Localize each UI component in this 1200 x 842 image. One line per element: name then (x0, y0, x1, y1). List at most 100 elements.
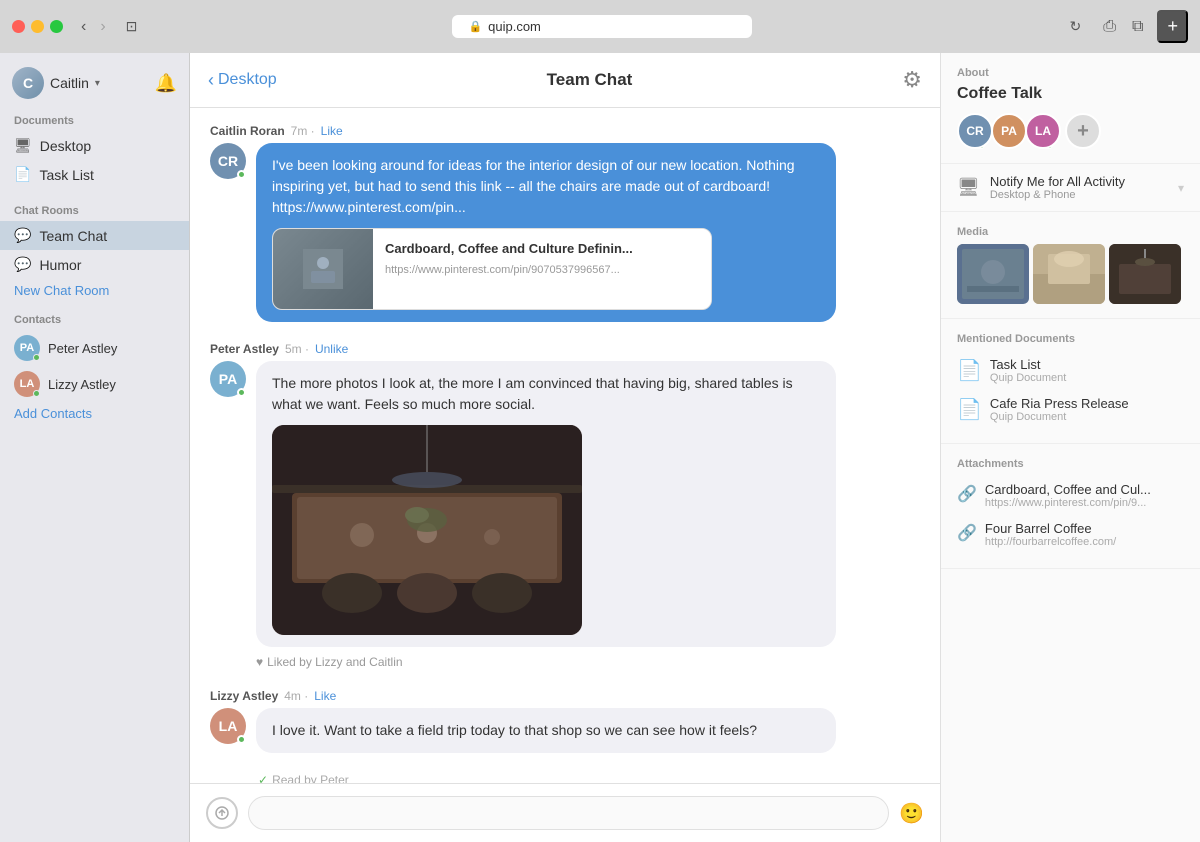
new-tab-button[interactable]: ⧉ (1126, 16, 1149, 38)
media-thumb-1[interactable] (957, 244, 1029, 304)
msg1-action-link[interactable]: Like (321, 124, 343, 138)
reload-button[interactable]: ↻ (1062, 18, 1090, 35)
attachment-name-cardboard: Cardboard, Coffee and Cul... (985, 482, 1151, 497)
notify-row[interactable]: 🖥 Notify Me for All Activity Desktop & P… (941, 164, 1200, 212)
doc-text-task-list: Task List Quip Document (990, 357, 1066, 384)
mentioned-docs-label: Mentioned Documents (957, 333, 1184, 345)
attachment-item-cardboard[interactable]: 🔗 Cardboard, Coffee and Cul... https://w… (957, 476, 1184, 515)
notify-text: Notify Me for All Activity Desktop & Pho… (990, 174, 1168, 201)
table-photo-svg (272, 425, 582, 635)
chat-header: ‹ Desktop Team Chat ⚙ (190, 53, 940, 108)
add-member-button[interactable]: + (1065, 113, 1101, 149)
doc-sub-task-list: Quip Document (990, 372, 1066, 384)
peter-name: Peter Astley (48, 341, 117, 356)
right-panel: About Coffee Talk CR PA LA + 🖥 (940, 53, 1200, 842)
msg1-text: I've been looking around for ideas for t… (272, 157, 795, 215)
read-receipt: ✓ Read by Peter (258, 773, 920, 783)
sidebar-item-desktop[interactable]: 🖥 Desktop (0, 131, 189, 160)
contact-item-lizzy[interactable]: LA Lizzy Astley (0, 366, 189, 402)
msg2-photo (272, 425, 582, 635)
chat-title: Team Chat (547, 70, 633, 90)
share-button[interactable]: ⎙ (1097, 16, 1122, 38)
message-meta-2: Peter Astley 5m · Unlike (210, 342, 920, 356)
msg1-avatar-wrap: CR (210, 143, 246, 179)
lock-icon: 🔒 (468, 20, 482, 33)
about-label: About (957, 67, 1184, 79)
sidebar-item-team-chat[interactable]: 💬 Team Chat (0, 221, 189, 250)
media-thumb-3-img (1109, 244, 1181, 304)
notifications-button[interactable]: 🔔 (155, 73, 177, 94)
close-button[interactable] (12, 20, 25, 33)
back-button[interactable]: ‹ Desktop (208, 70, 277, 91)
media-label: Media (957, 226, 1184, 238)
msg2-author: Peter Astley (210, 342, 279, 356)
member-1-avatar[interactable]: CR (957, 113, 993, 149)
member-3-avatar[interactable]: LA (1025, 113, 1061, 149)
chat-input-area: 🙂 (190, 783, 940, 842)
user-profile[interactable]: C Caitlin ▾ (12, 67, 100, 99)
attachment-item-four-barrel[interactable]: 🔗 Four Barrel Coffee http://fourbarrelco… (957, 515, 1184, 554)
url-field[interactable]: 🔒 quip.com (452, 15, 752, 38)
attachments-section: Attachments 🔗 Cardboard, Coffee and Cul.… (941, 444, 1200, 569)
msg3-avatar-wrap: LA (210, 708, 246, 744)
msg1-link-preview[interactable]: Cardboard, Coffee and Culture Definin...… (272, 228, 712, 310)
doc-item-task-list[interactable]: 📄 Task List Quip Document (957, 351, 1184, 390)
msg2-action-link[interactable]: Unlike (315, 342, 348, 356)
attachment-url-cardboard: https://www.pinterest.com/pin/9... (985, 497, 1151, 509)
browser-chrome: ‹ › ⊡ 🔒 quip.com ↻ ⎙ ⧉ + (0, 0, 1200, 53)
media-thumb-2[interactable] (1033, 244, 1105, 304)
send-icon (215, 806, 229, 820)
doc-icon-task-list: 📄 (957, 358, 982, 383)
media-thumb-2-img (1033, 244, 1105, 304)
msg1-author: Caitlin Roran (210, 124, 285, 138)
extend-button[interactable]: + (1157, 10, 1188, 43)
new-chat-room-link[interactable]: New Chat Room (0, 279, 189, 308)
send-button[interactable] (206, 797, 238, 829)
avatar: C (12, 67, 44, 99)
contact-item-peter[interactable]: PA Peter Astley (0, 330, 189, 366)
minimize-button[interactable] (31, 20, 44, 33)
heart-icon: ♥ (256, 655, 263, 669)
emoji-button[interactable]: 🙂 (899, 801, 924, 826)
forward-nav-button[interactable]: › (94, 16, 111, 38)
msg2-text: The more photos I look at, the more I am… (272, 375, 793, 412)
msg3-author: Lizzy Astley (210, 689, 278, 703)
sidebar-header: C Caitlin ▾ 🔔 (0, 53, 189, 109)
doc-name-task-list: Task List (990, 357, 1066, 372)
add-contacts-link[interactable]: Add Contacts (0, 402, 189, 431)
msg1-online-dot (237, 170, 246, 179)
chat-text-input[interactable] (248, 796, 889, 830)
back-chevron-icon: ‹ (208, 70, 214, 91)
titlebar: ‹ › ⊡ 🔒 quip.com ↻ ⎙ ⧉ + (0, 0, 1200, 53)
message-meta-3: Lizzy Astley 4m · Like (210, 689, 920, 703)
doc-text-cafe-ria: Cafe Ria Press Release Quip Document (990, 396, 1129, 423)
about-section: About Coffee Talk CR PA LA + (941, 53, 1200, 164)
notify-chevron-icon: ▾ (1178, 181, 1184, 195)
message-meta-1: Caitlin Roran 7m · Like (210, 124, 920, 138)
back-nav-button[interactable]: ‹ (75, 16, 92, 38)
sidebar-item-humor[interactable]: 💬 Humor (0, 250, 189, 279)
app: C Caitlin ▾ 🔔 Documents 🖥 Desktop 📄 Task… (0, 53, 1200, 842)
peter-avatar-wrap: PA (14, 335, 40, 361)
reader-button[interactable]: ⊡ (120, 16, 144, 37)
message-row-2: PA The more photos I look at, the more I… (210, 361, 920, 669)
attachment-name-four-barrel: Four Barrel Coffee (985, 521, 1116, 536)
doc-sub-cafe-ria: Quip Document (990, 411, 1129, 423)
member-2-avatar[interactable]: PA (991, 113, 1027, 149)
settings-gear-button[interactable]: ⚙ (902, 67, 922, 93)
msg2-liked-label: ♥ Liked by Lizzy and Caitlin (256, 655, 920, 669)
user-name: Caitlin (50, 75, 89, 91)
notify-title: Notify Me for All Activity (990, 174, 1168, 189)
msg3-content: I love it. Want to take a field trip tod… (256, 708, 920, 753)
sidebar-item-task-list[interactable]: 📄 Task List (0, 160, 189, 189)
member-2-wrap: PA (991, 113, 1021, 149)
msg1-time: 7m · (291, 124, 315, 138)
liked-text: Liked by Lizzy and Caitlin (267, 655, 402, 669)
msg2-avatar-wrap: PA (210, 361, 246, 397)
msg3-action-link[interactable]: Like (314, 689, 336, 703)
monitor-icon: 🖥 (957, 177, 980, 198)
doc-item-cafe-ria[interactable]: 📄 Cafe Ria Press Release Quip Document (957, 390, 1184, 429)
media-thumb-3[interactable] (1109, 244, 1181, 304)
maximize-button[interactable] (50, 20, 63, 33)
read-receipt-text: Read by Peter (272, 773, 349, 783)
